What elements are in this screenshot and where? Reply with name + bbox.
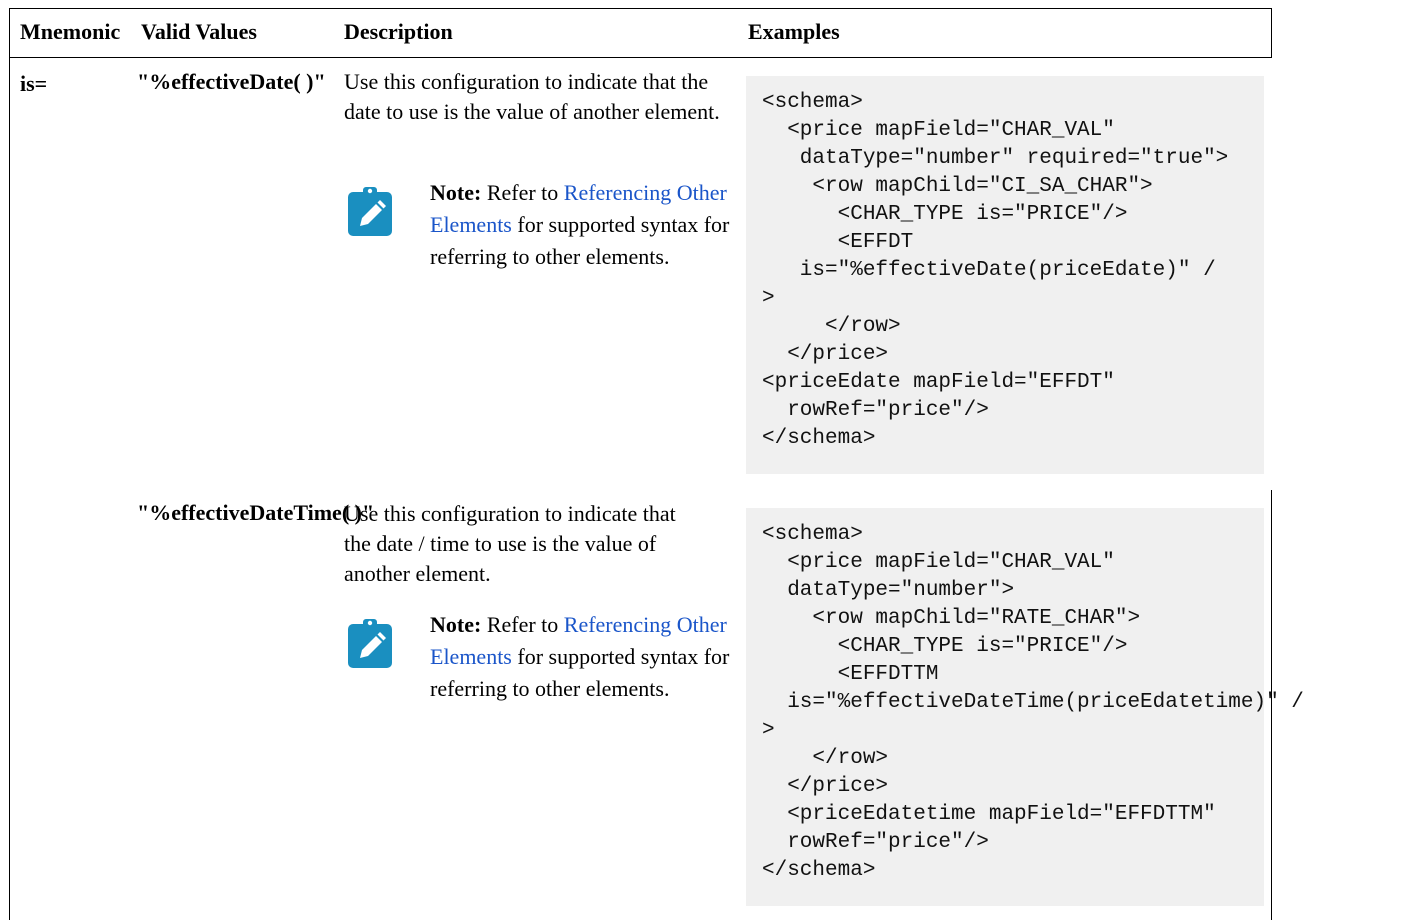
valid-value-cell: "%effectiveDateTime( )" bbox=[137, 500, 375, 525]
note-prefix: Refer to bbox=[486, 612, 559, 637]
description-text: Use this configuration to indicate that … bbox=[344, 501, 676, 586]
pencil-note-icon bbox=[348, 619, 392, 668]
header-mnemonic: Mnemonic bbox=[20, 19, 121, 44]
table-border-right-top bbox=[1271, 8, 1272, 58]
table-border-left bbox=[9, 8, 10, 920]
note-prefix: Refer to bbox=[486, 180, 559, 205]
header-separator bbox=[9, 57, 1272, 58]
header-valid-values: Valid Values bbox=[141, 19, 257, 44]
example-code: <schema> <price mapField="CHAR_VAL" data… bbox=[762, 523, 1304, 882]
note-label: Note: bbox=[430, 180, 482, 205]
description-cell: Use this configuration to indicate that … bbox=[344, 67, 724, 127]
mnemonic-cell: is= bbox=[20, 71, 48, 96]
table-border-top bbox=[9, 8, 1272, 9]
example-code: <schema> <price mapField="CHAR_VAL" data… bbox=[762, 91, 1229, 450]
description-text: Use this configuration to indicate that … bbox=[344, 69, 720, 124]
note-block: Note: Refer to Referencing Other Element… bbox=[430, 609, 730, 705]
pencil-note-icon bbox=[348, 187, 392, 236]
header-description: Description bbox=[344, 19, 453, 44]
description-cell: Use this configuration to indicate that … bbox=[344, 499, 704, 589]
note-block: Note: Refer to Referencing Other Element… bbox=[430, 177, 730, 273]
valid-value-cell: "%effectiveDate( )" bbox=[137, 69, 326, 94]
note-label: Note: bbox=[430, 612, 482, 637]
header-examples: Examples bbox=[748, 19, 840, 44]
